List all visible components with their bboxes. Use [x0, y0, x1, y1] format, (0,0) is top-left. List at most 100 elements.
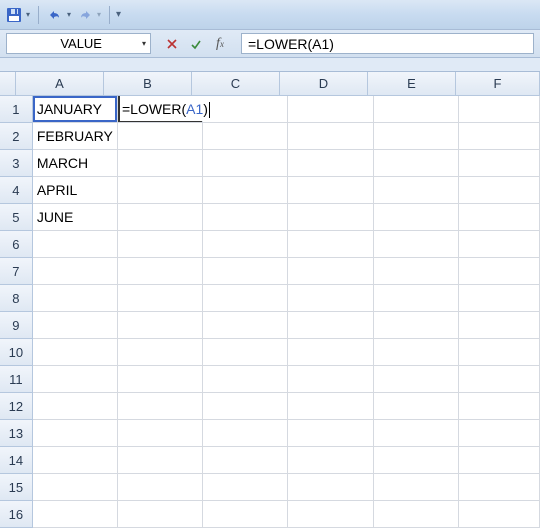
cell-D15[interactable]: [288, 474, 373, 501]
cell-D1[interactable]: [288, 96, 373, 123]
select-all-corner[interactable]: [0, 72, 16, 96]
cell-E8[interactable]: [374, 285, 459, 312]
cell-D8[interactable]: [288, 285, 373, 312]
cell-A12[interactable]: [33, 393, 118, 420]
cell-D4[interactable]: [288, 177, 373, 204]
save-icon[interactable]: [6, 7, 22, 23]
cell-F6[interactable]: [459, 231, 540, 258]
cell-C9[interactable]: [203, 312, 288, 339]
row-header-5[interactable]: 5: [0, 204, 33, 231]
cell-B5[interactable]: [118, 204, 203, 231]
cell-E5[interactable]: [374, 204, 459, 231]
cell-E3[interactable]: [374, 150, 459, 177]
cell-D7[interactable]: [288, 258, 373, 285]
formula-input[interactable]: =LOWER(A1): [241, 33, 534, 54]
cell-F7[interactable]: [459, 258, 540, 285]
cell-D16[interactable]: [288, 501, 373, 528]
undo-dropdown-icon[interactable]: ▾: [67, 10, 71, 19]
cell-B15[interactable]: [118, 474, 203, 501]
cell-E9[interactable]: [374, 312, 459, 339]
cell-E14[interactable]: [374, 447, 459, 474]
cell-D13[interactable]: [288, 420, 373, 447]
cell-A13[interactable]: [33, 420, 118, 447]
cell-D2[interactable]: [288, 123, 373, 150]
cancel-button[interactable]: [161, 33, 183, 54]
cell-F1[interactable]: [459, 96, 540, 123]
cell-B12[interactable]: [118, 393, 203, 420]
save-dropdown-icon[interactable]: ▾: [26, 10, 30, 19]
undo-icon[interactable]: [47, 7, 63, 23]
row-header-8[interactable]: 8: [0, 285, 33, 312]
cell-E2[interactable]: [374, 123, 459, 150]
cell-F9[interactable]: [459, 312, 540, 339]
column-header-C[interactable]: C: [192, 72, 280, 96]
cell-E12[interactable]: [374, 393, 459, 420]
cell-B11[interactable]: [118, 366, 203, 393]
row-header-9[interactable]: 9: [0, 312, 33, 339]
cell-E6[interactable]: [374, 231, 459, 258]
cell-A10[interactable]: [33, 339, 118, 366]
redo-dropdown-icon[interactable]: ▾: [97, 10, 101, 19]
cell-A11[interactable]: [33, 366, 118, 393]
row-header-2[interactable]: 2: [0, 123, 33, 150]
row-header-15[interactable]: 15: [0, 474, 33, 501]
row-header-1[interactable]: 1: [0, 96, 33, 123]
row-header-7[interactable]: 7: [0, 258, 33, 285]
row-header-6[interactable]: 6: [0, 231, 33, 258]
cell-A3[interactable]: MARCH: [33, 150, 118, 177]
cell-C12[interactable]: [203, 393, 288, 420]
cell-C10[interactable]: [203, 339, 288, 366]
cell-B13[interactable]: [118, 420, 203, 447]
cell-E13[interactable]: [374, 420, 459, 447]
cell-A5[interactable]: JUNE: [33, 204, 118, 231]
name-box-dropdown-icon[interactable]: ▾: [142, 39, 146, 48]
cell-E1[interactable]: [374, 96, 459, 123]
cell-D9[interactable]: [288, 312, 373, 339]
cell-B4[interactable]: [118, 177, 203, 204]
cell-B8[interactable]: [118, 285, 203, 312]
column-header-A[interactable]: A: [16, 72, 104, 96]
cell-F8[interactable]: [459, 285, 540, 312]
cell-B14[interactable]: [118, 447, 203, 474]
cell-A14[interactable]: [33, 447, 118, 474]
customize-qat-icon[interactable]: ▾: [116, 9, 121, 20]
cell-F14[interactable]: [459, 447, 540, 474]
cell-A2[interactable]: FEBRUARY: [33, 123, 118, 150]
column-header-E[interactable]: E: [368, 72, 456, 96]
cell-A6[interactable]: [33, 231, 118, 258]
cell-B9[interactable]: [118, 312, 203, 339]
cell-B3[interactable]: [118, 150, 203, 177]
cell-E16[interactable]: [374, 501, 459, 528]
row-header-3[interactable]: 3: [0, 150, 33, 177]
cell-F5[interactable]: [459, 204, 540, 231]
cell-C7[interactable]: [203, 258, 288, 285]
cell-E4[interactable]: [374, 177, 459, 204]
cell-E11[interactable]: [374, 366, 459, 393]
cell-D10[interactable]: [288, 339, 373, 366]
cell-C3[interactable]: [203, 150, 288, 177]
cell-D5[interactable]: [288, 204, 373, 231]
cell-B7[interactable]: [118, 258, 203, 285]
name-box[interactable]: VALUE ▾: [6, 33, 151, 54]
cell-A7[interactable]: [33, 258, 118, 285]
row-header-14[interactable]: 14: [0, 447, 33, 474]
cell-F13[interactable]: [459, 420, 540, 447]
cell-F15[interactable]: [459, 474, 540, 501]
column-header-B[interactable]: B: [104, 72, 192, 96]
cell-A9[interactable]: [33, 312, 118, 339]
cell-D3[interactable]: [288, 150, 373, 177]
cell-C13[interactable]: [203, 420, 288, 447]
cell-D11[interactable]: [288, 366, 373, 393]
cell-C5[interactable]: [203, 204, 288, 231]
cell-F11[interactable]: [459, 366, 540, 393]
row-header-16[interactable]: 16: [0, 501, 33, 528]
cell-E15[interactable]: [374, 474, 459, 501]
column-header-D[interactable]: D: [280, 72, 368, 96]
row-header-13[interactable]: 13: [0, 420, 33, 447]
cell-C8[interactable]: [203, 285, 288, 312]
cell-A16[interactable]: [33, 501, 118, 528]
row-header-11[interactable]: 11: [0, 366, 33, 393]
cell-C14[interactable]: [203, 447, 288, 474]
cell-A1[interactable]: JANUARY: [33, 96, 118, 123]
redo-icon[interactable]: [77, 7, 93, 23]
